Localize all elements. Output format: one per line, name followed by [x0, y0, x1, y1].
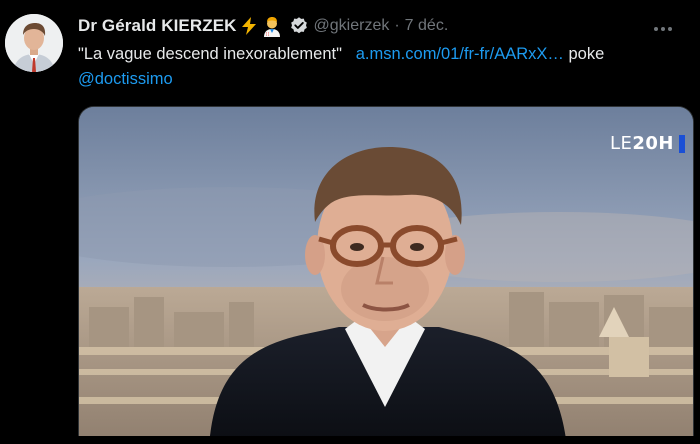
- tweet-media-image[interactable]: LE 20H: [78, 106, 694, 436]
- channel-logo-main: 20H: [632, 133, 674, 154]
- tweet-date[interactable]: 7 déc.: [405, 17, 449, 35]
- channel-logo-prefix: LE: [609, 133, 633, 154]
- health-worker-icon: [261, 15, 283, 37]
- tweet-header: Dr Gérald KIERZEK @gkierzek · 7 déc.: [78, 14, 448, 38]
- tweet-text: "La vague descend inexorablement" a.msn.…: [78, 42, 678, 92]
- display-name[interactable]: Dr Gérald KIERZEK: [78, 16, 237, 36]
- header-separator: ·: [394, 17, 400, 34]
- channel-logo: LE 20H: [610, 133, 685, 154]
- tweet-quote: "La vague descend inexorablement": [78, 45, 342, 63]
- channel-logo-bar: [679, 134, 685, 153]
- article-link[interactable]: a.msn.com/01/fr-fr/AARxX…: [356, 45, 564, 63]
- mention-link[interactable]: @doctissimo: [78, 70, 173, 88]
- avatar[interactable]: [5, 14, 63, 72]
- tweet-text-after: poke: [568, 45, 605, 63]
- more-options-icon[interactable]: [646, 12, 680, 46]
- user-handle[interactable]: @gkierzek: [314, 17, 390, 35]
- lightning-icon: [239, 16, 259, 36]
- tweet[interactable]: Dr Gérald KIERZEK @gkierzek · 7 déc. "La…: [0, 0, 700, 444]
- tv-news-still: [79, 107, 693, 436]
- verified-badge-icon: [289, 16, 309, 36]
